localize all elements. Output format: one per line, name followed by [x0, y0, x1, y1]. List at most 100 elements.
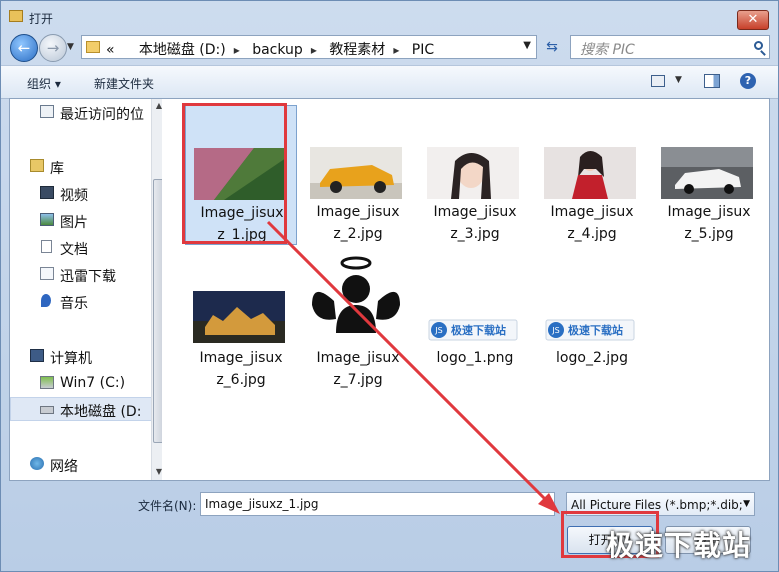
- thumbnail-yellow-car: [310, 147, 402, 199]
- help-icon[interactable]: ?: [740, 73, 756, 89]
- picture-icon: [40, 213, 54, 226]
- sidebar-item-thunder[interactable]: 迅雷下载: [10, 262, 152, 286]
- scroll-up-icon[interactable]: ▲: [152, 99, 162, 113]
- navigation-pane: 最近访问的位 库 视频 图片 文档 迅雷下载 音乐 计算机 Win7 (C:) …: [10, 99, 162, 480]
- sidebar-item-recent[interactable]: 最近访问的位: [10, 100, 152, 124]
- sidebar-item-label: 图片: [60, 215, 88, 231]
- address-bar[interactable]: « 本地磁盘 (D:) ▸ backup ▸ 教程素材 ▸ PIC ▼: [81, 35, 537, 59]
- video-icon: [40, 186, 54, 199]
- computer-icon: [30, 349, 44, 362]
- file-name: logo_1.png: [436, 350, 514, 366]
- thumbnail-portrait: [427, 147, 519, 199]
- file-item[interactable]: JS 极速下载站 logo_1.png: [419, 251, 531, 391]
- sidebar-item-label: 文档: [60, 242, 88, 258]
- thumbnail-night-castle: [193, 291, 285, 343]
- close-button[interactable]: ✕: [737, 10, 769, 30]
- thumbnail-red-dress: [544, 147, 636, 199]
- file-name-ext: z_4.jpg: [567, 226, 617, 242]
- preview-pane-icon[interactable]: [704, 74, 720, 88]
- breadcrumb-backup[interactable]: backup: [252, 42, 303, 58]
- file-name: Image_jisux: [316, 204, 400, 220]
- sidebar-item-label: 视频: [60, 188, 88, 204]
- sidebar-item-drive-c[interactable]: Win7 (C:): [10, 371, 152, 395]
- network-icon: [30, 457, 44, 470]
- sidebar-item-label: 网络: [50, 459, 78, 475]
- sidebar-item-label: 迅雷下载: [60, 269, 116, 285]
- logo-text: 极速下载站: [568, 323, 623, 337]
- sidebar-item-label: Win7 (C:): [60, 375, 126, 391]
- drive-c-icon: [40, 376, 54, 389]
- file-name: logo_2.jpg: [556, 350, 628, 366]
- breadcrumb: « 本地磁盘 (D:) ▸ backup ▸ 教程素材 ▸ PIC: [106, 39, 434, 59]
- address-dropdown-icon[interactable]: ▼: [523, 40, 531, 51]
- chevron-down-icon: ▼: [743, 499, 750, 509]
- dialog-body: 最近访问的位 库 视频 图片 文档 迅雷下载 音乐 计算机 Win7 (C:) …: [9, 98, 770, 481]
- forward-button[interactable]: →: [39, 34, 67, 62]
- sidebar-item-label: 本地磁盘 (D:: [60, 404, 142, 420]
- sidebar-item-documents[interactable]: 文档: [10, 235, 152, 259]
- view-dropdown-icon[interactable]: ▼: [675, 75, 682, 85]
- search-icon[interactable]: [754, 41, 763, 50]
- sidebar-item-computer[interactable]: 计算机: [10, 344, 152, 368]
- scroll-down-icon[interactable]: ▼: [152, 465, 162, 479]
- search-input[interactable]: 搜索 PIC: [580, 39, 635, 59]
- navigation-bar: ← → ▼ « 本地磁盘 (D:) ▸ backup ▸ 教程素材 ▸ PIC ▼ ⇆…: [1, 33, 778, 63]
- back-button[interactable]: ←: [10, 34, 38, 62]
- thumbnail-angel-icon: [310, 253, 402, 345]
- history-dropdown-icon[interactable]: ▼: [67, 42, 74, 52]
- file-item[interactable]: Image_jisux z_2.jpg: [302, 105, 414, 245]
- sidebar-item-video[interactable]: 视频: [10, 181, 152, 205]
- file-name: Image_jisux: [199, 350, 283, 366]
- file-name: Image_jisux: [550, 204, 634, 220]
- svg-text:JS: JS: [551, 326, 559, 335]
- sidebar-item-network[interactable]: 网络: [10, 452, 152, 476]
- drive-d-icon: [40, 406, 54, 414]
- file-item[interactable]: Image_jisux z_5.jpg: [653, 105, 765, 245]
- sidebar-item-label: 计算机: [50, 351, 92, 367]
- file-name-ext: z_6.jpg: [216, 372, 266, 388]
- folder-app-icon: [9, 10, 23, 22]
- sidebar-item-drive-d[interactable]: 本地磁盘 (D:: [10, 397, 152, 421]
- file-name-ext: z_3.jpg: [450, 226, 500, 242]
- thunder-download-icon: [40, 267, 54, 280]
- thumbnail-logo: JS 极速下载站: [428, 319, 518, 341]
- breadcrumb-overflow[interactable]: «: [106, 42, 115, 58]
- refresh-icon[interactable]: ⇆: [541, 35, 563, 59]
- search-box[interactable]: 搜索 PIC: [570, 35, 770, 59]
- thumbnail-white-car: [661, 147, 753, 199]
- organize-menu[interactable]: 组织 ▾: [27, 75, 61, 92]
- sidebar-item-label: 最近访问的位: [60, 107, 144, 123]
- file-name: Image_jisux: [667, 204, 751, 220]
- breadcrumb-tutorial-material[interactable]: 教程素材: [329, 39, 385, 59]
- svg-text:JS: JS: [434, 326, 442, 335]
- music-icon: [41, 294, 51, 307]
- file-name-ext: z_7.jpg: [333, 372, 383, 388]
- filetype-value: All Picture Files (*.bmp;*.dib;: [571, 498, 743, 512]
- highlight-selected-file: [182, 103, 287, 244]
- change-view-icon[interactable]: [651, 75, 665, 87]
- thumbnail-logo: JS 极速下载站: [545, 319, 635, 341]
- window-title: 打开: [29, 12, 54, 26]
- sidebar-scrollbar[interactable]: ▲ ▼: [151, 99, 162, 480]
- command-bar: 组织 ▾ 新建文件夹 ▼ ?: [1, 65, 778, 99]
- file-item[interactable]: Image_jisux z_7.jpg: [302, 251, 414, 391]
- sidebar-item-music[interactable]: 音乐: [10, 289, 152, 313]
- new-folder-button[interactable]: 新建文件夹: [94, 75, 154, 92]
- breadcrumb-drive-d[interactable]: 本地磁盘 (D:): [139, 39, 226, 59]
- filename-input[interactable]: Image_jisuxz_1.jpg: [200, 492, 555, 516]
- file-name: Image_jisux: [316, 350, 400, 366]
- open-dialog: 打开 ✕ ← → ▼ « 本地磁盘 (D:) ▸ backup ▸ 教程素材 ▸ PI…: [0, 0, 779, 572]
- folder-icon: [86, 41, 100, 53]
- sidebar-item-label: 库: [50, 161, 64, 177]
- recent-places-icon: [40, 105, 54, 118]
- scrollbar-thumb[interactable]: [153, 179, 162, 443]
- file-item[interactable]: Image_jisux z_6.jpg: [185, 251, 297, 391]
- file-name-ext: z_5.jpg: [684, 226, 734, 242]
- document-icon: [41, 240, 52, 253]
- breadcrumb-pic[interactable]: PIC: [412, 42, 434, 58]
- file-item[interactable]: Image_jisux z_4.jpg: [536, 105, 648, 245]
- file-item[interactable]: JS 极速下载站 logo_2.jpg: [536, 251, 648, 391]
- sidebar-item-library[interactable]: 库: [10, 154, 152, 178]
- sidebar-item-pictures[interactable]: 图片: [10, 208, 152, 232]
- file-item[interactable]: Image_jisux z_3.jpg: [419, 105, 531, 245]
